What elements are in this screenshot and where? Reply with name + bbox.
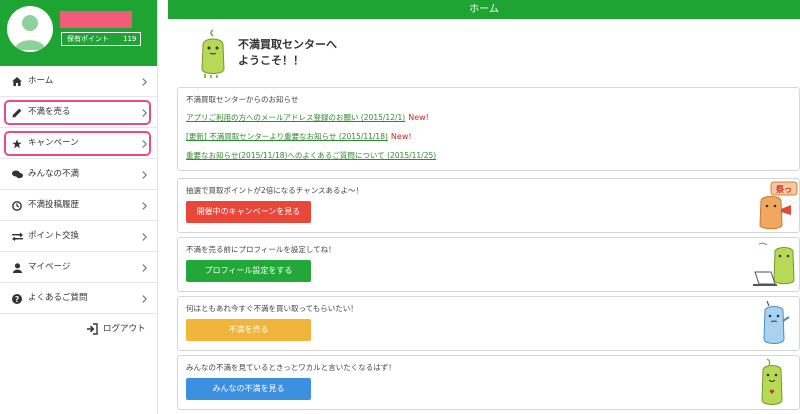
news-link-text: [更新] 不満買取センターより重要なお知らせ (2015/11/18) bbox=[186, 132, 388, 141]
laptop-mascot-illustration bbox=[751, 238, 799, 291]
profile-card: 不満を売る前にプロフィールを設定してね！ プロフィール設定をする bbox=[177, 237, 800, 292]
sidebar-item-post-history[interactable]: 不満投稿履歴 bbox=[0, 190, 157, 221]
sidebar-item-label: ホーム bbox=[28, 76, 54, 86]
profile-panel: 保有ポイント 119 bbox=[0, 0, 157, 66]
chevron-right-icon bbox=[140, 252, 148, 283]
welcome-line-1: 不満買取センターへ bbox=[238, 38, 337, 51]
welcome-line-2: ようこそ！！ bbox=[238, 54, 304, 67]
news-title: 不満買取センターからのお知らせ bbox=[186, 95, 299, 104]
pencil-icon bbox=[11, 97, 23, 128]
sidebar-item-label: 不満投稿履歴 bbox=[28, 200, 80, 210]
new-badge: New! bbox=[408, 113, 429, 122]
username-redacted bbox=[60, 11, 132, 28]
clock-icon bbox=[11, 190, 23, 221]
question-circle-icon: ? bbox=[11, 283, 23, 314]
sidebar-item-label: よくあるご質問 bbox=[28, 293, 88, 303]
home-icon bbox=[11, 66, 23, 97]
exchange-arrows-icon bbox=[11, 221, 23, 252]
news-link-faq[interactable]: 重要なお知らせ(2015/11/18)へのよくあるご質問について (2015/1… bbox=[186, 150, 791, 161]
card-text: 抽選で買取ポイントが2倍になるチャンスあるよ～！ bbox=[186, 186, 364, 195]
news-link-app-email[interactable]: アプリご利用の方へのメールアドレス登録のお願い (2015/12/1) New! bbox=[186, 112, 791, 123]
welcome-message: 不満買取センターへ ようこそ！！ bbox=[238, 37, 438, 69]
sidebar-item-label: マイページ bbox=[28, 262, 71, 272]
card-text: 不満を売る前にプロフィールを設定してね！ bbox=[186, 245, 336, 254]
avatar[interactable] bbox=[7, 6, 53, 52]
megaphone-mascot-illustration: 祭っ bbox=[751, 179, 799, 232]
sticker-text: 祭っ bbox=[776, 184, 792, 194]
sell-complaint-button[interactable]: 不満を売る bbox=[186, 319, 311, 341]
sidebar-item-label: キャンペーン bbox=[28, 138, 79, 148]
mascot-illustration bbox=[193, 27, 233, 82]
page-title: ホーム bbox=[469, 4, 499, 15]
sidebar-item-label: ポイント交換 bbox=[28, 231, 80, 241]
logout-label: ログアウト bbox=[103, 324, 146, 334]
svg-text:?: ? bbox=[15, 295, 19, 304]
news-link-important-update[interactable]: [更新] 不満買取センターより重要なお知らせ (2015/11/18) New! bbox=[186, 131, 791, 142]
svg-text:♥: ♥ bbox=[769, 389, 774, 396]
sidebar-item-faq[interactable]: ? よくあるご質問 bbox=[0, 283, 157, 314]
points-label: 保有ポイント bbox=[67, 35, 109, 43]
sell-complaint-card: 何はともあれ今すぐ不満を買い取ってもらいたい！ 不満を売る bbox=[177, 296, 800, 351]
points-badge: 保有ポイント 119 bbox=[61, 32, 141, 46]
star-icon bbox=[11, 128, 23, 159]
card-text: みんなの不満を見ているときっとワカルと言いたくなるはず！ bbox=[186, 363, 396, 372]
page-header: ホーム bbox=[168, 0, 800, 19]
chevron-right-icon bbox=[140, 221, 148, 252]
news-link-text: 重要なお知らせ(2015/11/18)へのよくあるご質問について (2015/1… bbox=[186, 151, 437, 160]
main-content: ホーム 不満買取センターへ ようこそ！！ 不満買取センターからのお知らせ アプリ… bbox=[168, 0, 800, 414]
everyones-complaints-card: みんなの不満を見ているときっとワカルと言いたくなるはず！ みんなの不満を見る ♥ bbox=[177, 355, 800, 410]
logout-link[interactable]: ログアウト bbox=[86, 321, 146, 337]
view-campaigns-button[interactable]: 開催中のキャンペーンを見る bbox=[186, 201, 311, 223]
sidebar-item-point-exchange[interactable]: ポイント交換 bbox=[0, 221, 157, 252]
chevron-right-icon bbox=[140, 159, 148, 190]
user-icon bbox=[11, 252, 23, 283]
news-link-text: アプリご利用の方へのメールアドレス登録のお願い (2015/12/1) bbox=[186, 113, 406, 122]
sidebar-item-campaign[interactable]: キャンペーン bbox=[0, 128, 157, 159]
welcome-section: 不満買取センターへ ようこそ！！ bbox=[168, 19, 800, 83]
view-everyones-complaints-button[interactable]: みんなの不満を見る bbox=[186, 378, 311, 400]
chevron-right-icon bbox=[140, 283, 148, 314]
blue-mascot-illustration bbox=[751, 297, 799, 350]
news-panel: 不満買取センターからのお知らせ アプリご利用の方へのメールアドレス登録のお願い … bbox=[177, 87, 800, 171]
card-text: 何はともあれ今すぐ不満を買い取ってもらいたい！ bbox=[186, 304, 358, 313]
set-profile-button[interactable]: プロフィール設定をする bbox=[186, 260, 311, 282]
points-value: 119 bbox=[123, 35, 137, 43]
campaign-card: 抽選で買取ポイントが2倍になるチャンスあるよ～！ 開催中のキャンペーンを見る 祭… bbox=[177, 178, 800, 233]
sidebar-item-label: みんなの不満 bbox=[28, 169, 80, 179]
sidebar: 保有ポイント 119 ホーム 不満を売る キャンペーン みんなの不満 不満投稿履… bbox=[0, 0, 158, 414]
chevron-right-icon bbox=[140, 128, 148, 159]
green-mascot-illustration: ♥ bbox=[751, 356, 799, 409]
sidebar-item-home[interactable]: ホーム bbox=[0, 66, 157, 97]
sidebar-item-label: 不満を売る bbox=[28, 107, 71, 117]
sidebar-item-everyones-complaints[interactable]: みんなの不満 bbox=[0, 159, 157, 190]
sidebar-nav: ホーム 不満を売る キャンペーン みんなの不満 不満投稿履歴 ポイント交換 マイ… bbox=[0, 66, 157, 314]
sidebar-item-sell-complaint[interactable]: 不満を売る bbox=[0, 97, 157, 128]
chevron-right-icon bbox=[140, 66, 148, 97]
chat-bubbles-icon bbox=[11, 159, 23, 190]
logout-icon bbox=[86, 323, 98, 335]
new-badge: New! bbox=[390, 132, 412, 141]
chevron-right-icon bbox=[140, 97, 148, 128]
chevron-right-icon bbox=[140, 190, 148, 221]
sidebar-item-mypage[interactable]: マイページ bbox=[0, 252, 157, 283]
